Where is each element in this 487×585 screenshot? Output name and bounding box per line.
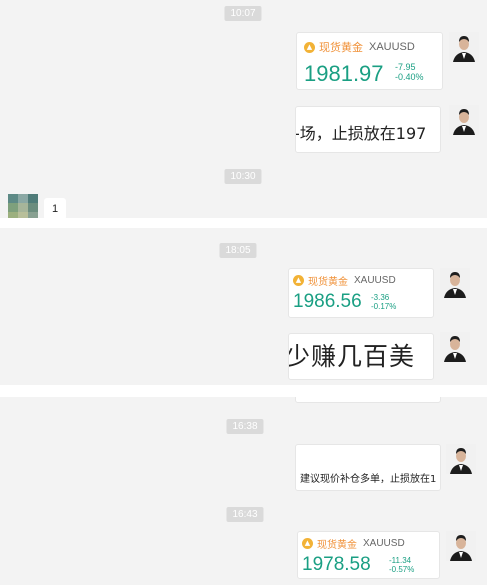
person-icon <box>446 531 476 561</box>
quote-header: ▲ 现货黄金 XAUUSD <box>302 536 405 551</box>
gold-quote-card[interactable]: ▲ 现货黄金 XAUUSD 1986.56 -3.36 -0.17% <box>288 268 434 318</box>
quote-symbol: XAUUSD <box>363 537 405 549</box>
avatar[interactable] <box>446 531 476 561</box>
pixelated-avatar[interactable] <box>8 194 38 218</box>
quote-name: 现货黄金 <box>308 276 348 288</box>
reply-message[interactable]: 1 <box>44 198 66 218</box>
person-icon <box>446 444 476 474</box>
person-icon <box>449 105 479 135</box>
quote-name: 现货黄金 <box>317 539 357 551</box>
quote-change: -7.95 <box>395 62 416 72</box>
quote-change-percent: -0.40% <box>395 72 424 82</box>
text-image-message[interactable]: 建议现价补仓多单，止损放在1 <box>295 444 441 491</box>
avatar[interactable] <box>440 332 470 362</box>
person-icon <box>449 32 479 62</box>
text-fragment: - <box>296 124 300 143</box>
timestamp: 10:07 <box>224 6 262 21</box>
message-text: 建议现价补仓多单，止损放在1 <box>300 474 437 485</box>
quote-symbol: XAUUSD <box>369 41 415 53</box>
person-icon <box>440 268 470 298</box>
quote-name: 现货黄金 <box>319 41 363 54</box>
quote-change: -11.34 <box>389 556 412 565</box>
chat-section-1: 10:07 ▲ 现货黄金 XAUUSD 1981.97 -7.95 -0.40%… <box>0 0 487 218</box>
quote-symbol: XAUUSD <box>354 274 396 286</box>
gold-coin-icon: ▲ <box>304 41 315 53</box>
chat-section-2: 18:05 ▲ 现货黄金 XAUUSD 1986.56 -3.36 -0.17%… <box>0 228 487 385</box>
timestamp: 16:38 <box>226 419 264 434</box>
gold-quote-card[interactable]: ▲ 现货黄金 XAUUSD 1978.58 -11.34 -0.57% <box>297 531 440 579</box>
avatar[interactable] <box>446 444 476 474</box>
message-text: -场，止损放在197 <box>296 124 426 143</box>
avatar[interactable] <box>449 32 479 62</box>
text-image-message[interactable]: 少赚几百美 <box>288 333 434 380</box>
quote-change: -3.36 <box>371 293 390 302</box>
quote-price: 1986.56 <box>293 291 362 312</box>
quote-price: 1978.58 <box>302 554 371 575</box>
timestamp: 18:05 <box>219 243 257 258</box>
avatar[interactable] <box>440 268 470 298</box>
gold-coin-icon: ▲ <box>293 274 304 286</box>
avatar[interactable] <box>449 105 479 135</box>
quote-price: 1981.97 <box>304 61 384 86</box>
blurred-avatar-icon <box>8 194 38 218</box>
quote-change-percent: -0.57% <box>389 565 415 574</box>
quote-change-percent: -0.17% <box>371 302 397 311</box>
timestamp: 10:30 <box>224 169 262 184</box>
chat-section-3: 16:38 建议现价补仓多单，止损放在1 16:43 ▲ 现货黄金 XAUUSD… <box>0 397 487 585</box>
quote-header: ▲ 现货黄金 XAUUSD <box>293 273 396 288</box>
text-image-message[interactable]: -场，止损放在197 <box>295 106 441 153</box>
person-icon <box>440 332 470 362</box>
quote-header: ▲ 现货黄金 XAUUSD <box>304 40 415 54</box>
message-text: 少赚几百美 <box>288 342 416 371</box>
gold-quote-card[interactable]: ▲ 现货黄金 XAUUSD 1981.97 -7.95 -0.40% <box>296 32 443 90</box>
timestamp: 16:43 <box>226 507 264 522</box>
partial-message[interactable] <box>295 397 441 403</box>
gold-coin-icon: ▲ <box>302 537 313 549</box>
